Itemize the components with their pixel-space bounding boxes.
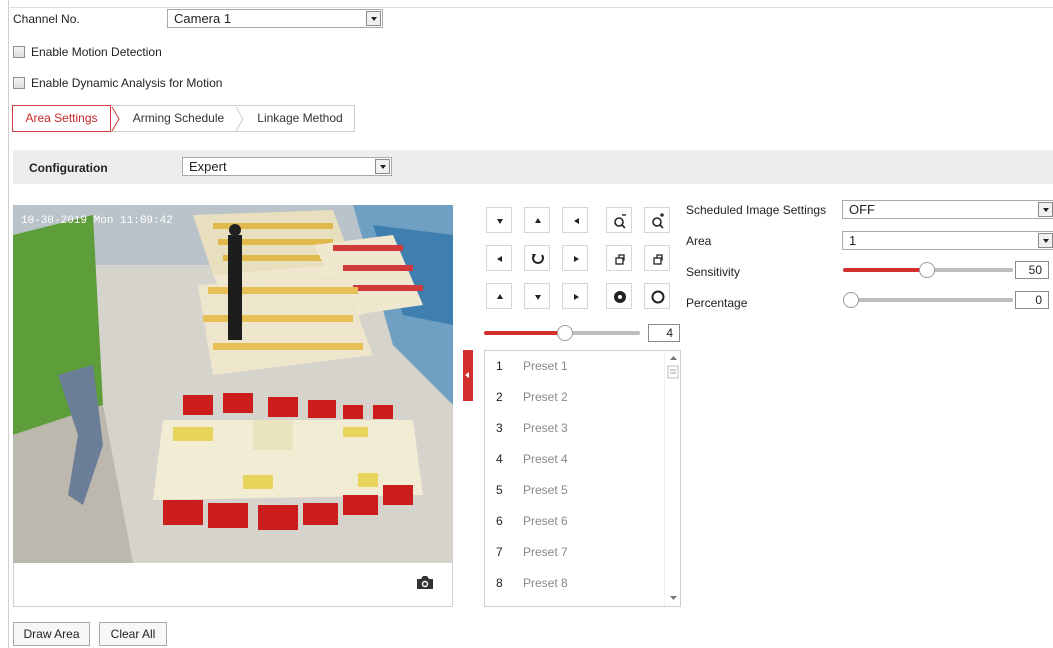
tab-separator [235, 107, 244, 131]
area-label: Area [686, 234, 712, 248]
preset-list[interactable]: 1 Preset 1 2 Preset 2 3 Preset 3 4 Preset 4 … [484, 350, 681, 607]
dynamic-analysis-checkbox[interactable] [13, 77, 25, 89]
camera-scene-image: 10-30-2019 Mon 11:09:42 [13, 205, 453, 563]
zoom-out-button[interactable] [606, 207, 632, 233]
iris-open-icon [614, 291, 626, 303]
settings-tabs: Area Settings Arming Schedule Linkage Me… [12, 105, 355, 132]
ptz-up-left-button[interactable] [486, 207, 512, 233]
percentage-slider[interactable] [843, 298, 1013, 302]
tab-linkage-method[interactable]: Linkage Method [247, 106, 353, 131]
zoom-in-icon [652, 213, 664, 229]
sensitivity-value[interactable]: 50 [1015, 261, 1049, 279]
focus-near-icon [615, 254, 625, 265]
list-item[interactable]: 4 Preset 4 [485, 444, 665, 475]
chevron-down-icon[interactable] [1038, 233, 1053, 248]
ptz-speed-knob[interactable] [557, 325, 573, 341]
focus-far-icon [653, 254, 663, 265]
zoom-in-button[interactable] [644, 207, 670, 233]
preset-scrollbar[interactable] [664, 351, 680, 606]
iris-close-icon [651, 290, 665, 304]
ptz-speed-fill [484, 331, 566, 335]
tab-area-settings[interactable]: Area Settings [12, 105, 111, 132]
ptz-up-right-button[interactable] [562, 207, 588, 233]
tab-arming-schedule[interactable]: Arming Schedule [123, 106, 234, 131]
ptz-left-button[interactable] [486, 245, 512, 271]
dynamic-analysis-label: Enable Dynamic Analysis for Motion [31, 76, 223, 90]
video-timestamp: 10-30-2019 Mon 11:09:42 [21, 215, 173, 227]
scheduled-image-settings-label: Scheduled Image Settings [686, 203, 827, 217]
video-toolbar [13, 563, 453, 607]
list-item[interactable]: 3 Preset 3 [485, 413, 665, 444]
motion-detection-label: Enable Motion Detection [31, 45, 162, 59]
iris-open-button[interactable] [606, 283, 632, 309]
zoom-out-icon [614, 214, 626, 229]
ptz-up-button[interactable] [524, 207, 550, 233]
sensitivity-fill [843, 268, 928, 272]
configuration-select[interactable]: Expert [182, 157, 392, 176]
scheduled-image-settings-value: OFF [849, 202, 875, 217]
percentage-knob[interactable] [843, 292, 859, 308]
draw-area-button[interactable]: Draw Area [13, 622, 90, 646]
ptz-auto-button[interactable] [524, 245, 550, 271]
page-top-border [8, 7, 1053, 8]
tab-separator [111, 107, 120, 131]
collapse-panel-handle[interactable] [463, 350, 473, 401]
list-item[interactable]: 5 Preset 5 [485, 475, 665, 506]
iris-close-button[interactable] [644, 283, 670, 309]
list-item[interactable]: 2 Preset 2 [485, 382, 665, 413]
clear-all-button[interactable]: Clear All [99, 622, 167, 646]
focus-near-button[interactable] [606, 245, 632, 271]
sensitivity-label: Sensitivity [686, 265, 741, 279]
channel-label: Channel No. [13, 12, 80, 26]
chevron-down-icon[interactable] [366, 11, 381, 26]
ptz-down-left-button[interactable] [486, 283, 512, 309]
chevron-down-icon[interactable] [1038, 202, 1053, 217]
scheduled-image-settings-select[interactable]: OFF [842, 200, 1053, 219]
percentage-label: Percentage [686, 296, 748, 310]
scroll-up-icon [670, 356, 677, 360]
sensitivity-knob[interactable] [919, 262, 935, 278]
configuration-bar: Configuration Expert [13, 150, 1053, 184]
live-video-view[interactable]: 10-30-2019 Mon 11:09:42 [13, 205, 453, 563]
rotate-icon [532, 254, 544, 264]
channel-select-value: Camera 1 [174, 11, 232, 26]
configuration-label: Configuration [29, 161, 108, 175]
list-item[interactable]: 6 Preset 6 [485, 506, 665, 537]
list-item[interactable]: 7 Preset 7 [485, 537, 665, 568]
focus-far-button[interactable] [644, 245, 670, 271]
page-left-border [8, 0, 9, 648]
chevron-down-icon[interactable] [375, 159, 390, 174]
channel-select[interactable]: Camera 1 [167, 9, 383, 28]
area-select[interactable]: 1 [842, 231, 1053, 250]
list-item[interactable]: 1 Preset 1 [485, 351, 665, 382]
scroll-down-icon [670, 596, 677, 600]
percentage-value[interactable]: 0 [1015, 291, 1049, 309]
ptz-speed-value[interactable]: 4 [648, 324, 680, 342]
configuration-select-value: Expert [189, 159, 227, 174]
ptz-down-right-button[interactable] [562, 283, 588, 309]
area-select-value: 1 [849, 233, 857, 248]
ptz-down-button[interactable] [524, 283, 550, 309]
motion-detection-checkbox[interactable] [13, 46, 25, 58]
list-item[interactable]: 8 Preset 8 [485, 568, 665, 599]
ptz-right-button[interactable] [562, 245, 588, 271]
camera-icon[interactable] [416, 575, 434, 590]
